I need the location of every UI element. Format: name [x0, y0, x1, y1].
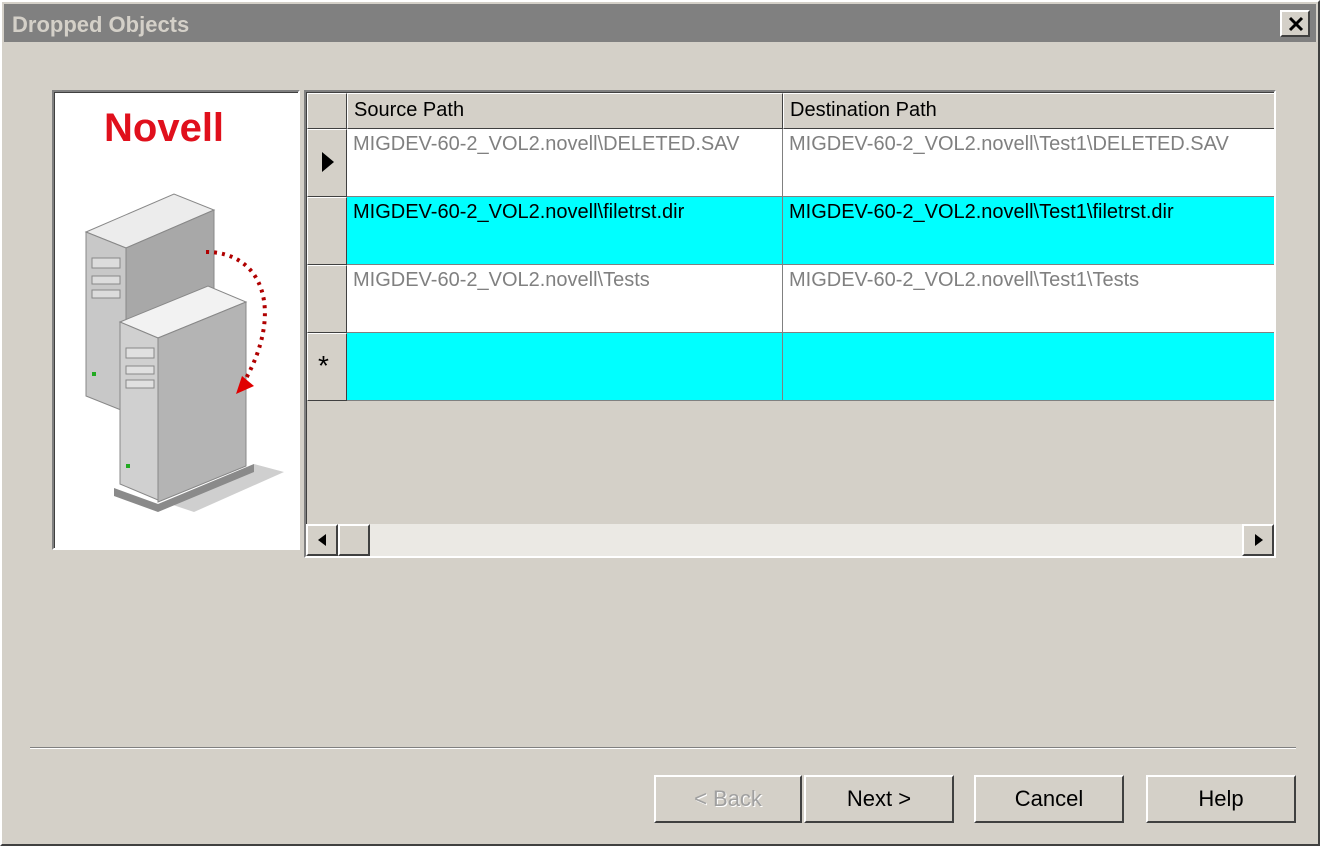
row-selector[interactable]: [307, 197, 347, 265]
dropped-objects-window: Dropped Objects Novell Source Path Desti…: [0, 0, 1320, 846]
corner-header: [307, 93, 347, 129]
new-row-source[interactable]: [347, 333, 783, 401]
new-row-asterisk-icon: *: [318, 350, 329, 381]
button-separator: [30, 747, 1296, 749]
wizard-image-panel: Novell: [52, 90, 300, 550]
next-button[interactable]: Next >: [804, 775, 954, 823]
cancel-button[interactable]: Cancel: [974, 775, 1124, 823]
horizontal-scrollbar[interactable]: [306, 524, 1274, 556]
close-button[interactable]: [1280, 10, 1310, 37]
new-row-selector[interactable]: *: [307, 333, 347, 401]
server-migration-illustration: [84, 193, 284, 512]
current-row-arrow-icon: [322, 152, 334, 172]
scroll-right-button[interactable]: [1242, 524, 1274, 556]
window-title: Dropped Objects: [12, 12, 190, 37]
close-icon: [1288, 16, 1304, 32]
table-row-2-source[interactable]: MIGDEV-60-2_VOL2.novell\filetrst.dir: [347, 197, 783, 265]
arrow-right-icon: [1255, 534, 1263, 546]
table-row-3-destination[interactable]: MIGDEV-60-2_VOL2.novell\Test1\Tests: [783, 265, 1274, 333]
table-row-2-destination[interactable]: MIGDEV-60-2_VOL2.novell\Test1\filetrst.d…: [783, 197, 1274, 265]
table-row-1-destination[interactable]: MIGDEV-60-2_VOL2.novell\Test1\DELETED.SA…: [783, 129, 1274, 197]
back-button[interactable]: < Back: [654, 775, 802, 823]
table-row-1-source[interactable]: MIGDEV-60-2_VOL2.novell\DELETED.SAV: [347, 129, 783, 197]
title-bar[interactable]: Dropped Objects: [4, 4, 1316, 42]
table-row-3-source[interactable]: MIGDEV-60-2_VOL2.novell\Tests: [347, 265, 783, 333]
row-selector-current[interactable]: [307, 129, 347, 197]
dropped-objects-grid[interactable]: Source Path Destination Path MIGDEV-60-2…: [304, 90, 1276, 558]
column-header-source-path[interactable]: Source Path: [347, 93, 783, 129]
row-selector[interactable]: [307, 265, 347, 333]
scroll-left-button[interactable]: [306, 524, 338, 556]
scroll-thumb[interactable]: [338, 524, 370, 556]
help-button[interactable]: Help: [1146, 775, 1296, 823]
arrow-left-icon: [318, 534, 326, 546]
new-row-destination[interactable]: [783, 333, 1274, 401]
column-header-destination-path[interactable]: Destination Path: [783, 93, 1274, 129]
novell-logo: Novell: [104, 106, 225, 150]
